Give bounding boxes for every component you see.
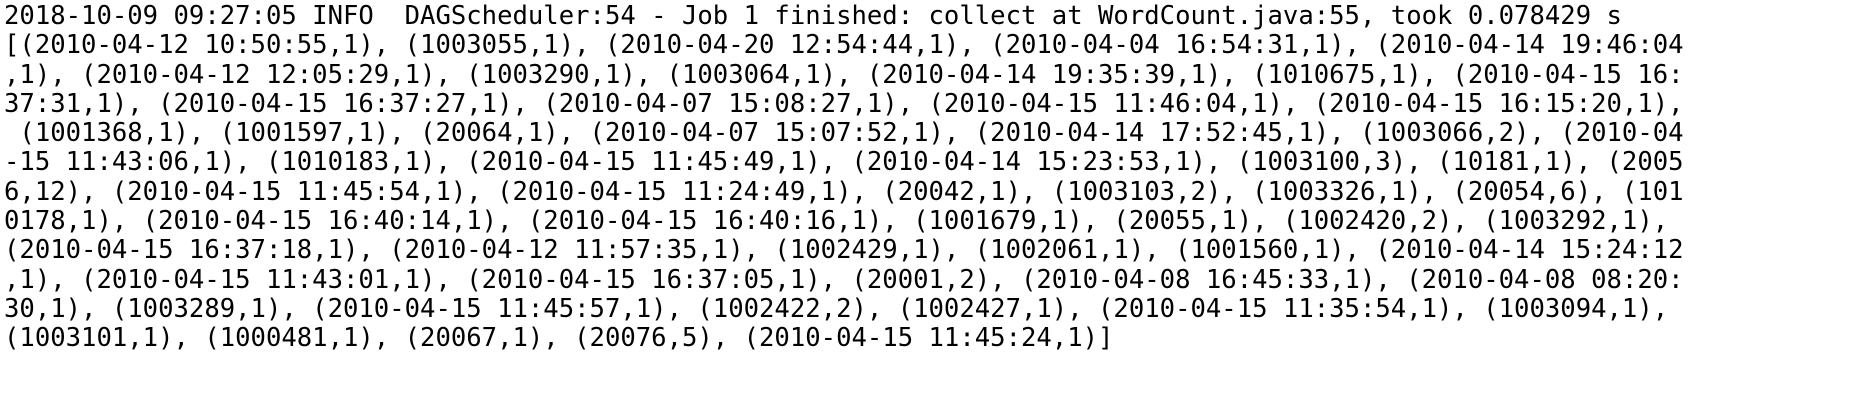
- output-line: -15 11:43:06,1), (1010183,1), (2010-04-1…: [4, 147, 1684, 178]
- output-line: ,1), (2010-04-12 12:05:29,1), (1003290,1…: [4, 59, 1684, 90]
- output-line: (1003101,1), (1000481,1), (20067,1), (20…: [4, 323, 1114, 354]
- output-line: 30,1), (1003289,1), (2010-04-15 11:45:57…: [4, 293, 1669, 324]
- output-line: 37:31,1), (2010-04-15 16:37:27,1), (2010…: [4, 88, 1684, 119]
- output-line: [(2010-04-12 10:50:55,1), (1003055,1), (…: [4, 30, 1684, 61]
- log-line: 2018-10-09 09:27:05 INFO DAGScheduler:54…: [4, 1, 1622, 31]
- output-line: (2010-04-15 16:37:18,1), (2010-04-12 11:…: [4, 235, 1684, 266]
- output-line: 0178,1), (2010-04-15 16:40:14,1), (2010-…: [4, 206, 1669, 237]
- output-line: (1001368,1), (1001597,1), (20064,1), (20…: [4, 118, 1684, 149]
- terminal-output: 2018-10-09 09:27:05 INFO DAGScheduler:54…: [0, 0, 1868, 415]
- output-line: 6,12), (2010-04-15 11:45:54,1), (2010-04…: [4, 176, 1684, 207]
- output-line: ,1), (2010-04-15 11:43:01,1), (2010-04-1…: [4, 264, 1684, 295]
